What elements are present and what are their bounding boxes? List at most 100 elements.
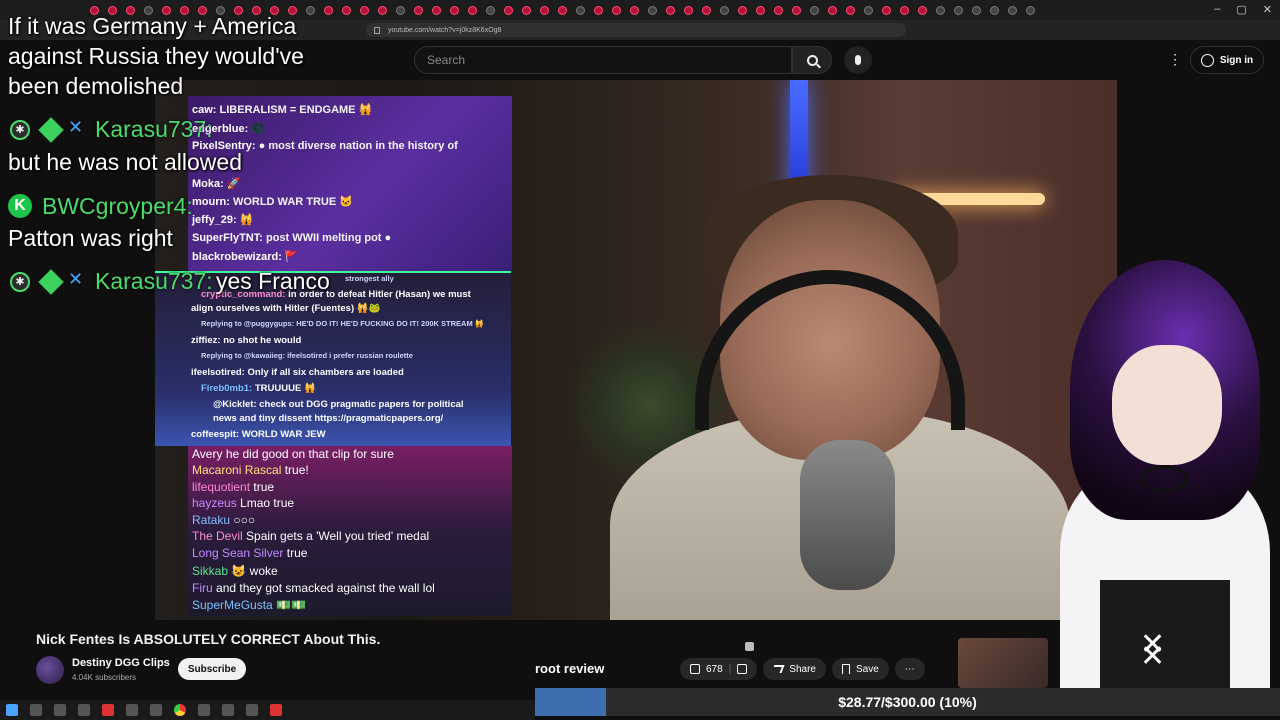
browser-icon[interactable] (174, 704, 186, 716)
tab-favicon[interactable] (504, 5, 513, 15)
app-icon[interactable] (102, 704, 114, 716)
tab-favicon[interactable] (396, 5, 405, 15)
tab-favicon[interactable] (630, 5, 639, 15)
chat-text: WORLD WAR JEW (241, 429, 326, 440)
tab-favicon[interactable] (810, 5, 819, 15)
channel-avatar[interactable] (36, 656, 64, 684)
tab-favicon[interactable] (702, 5, 711, 15)
search-button[interactable] (792, 46, 832, 74)
tab-favicon[interactable] (720, 5, 729, 15)
voice-search-button[interactable] (844, 46, 872, 74)
tab-favicon[interactable] (900, 5, 909, 15)
sign-in-label: Sign in (1219, 54, 1254, 66)
url-text: youtube.com/watch?v=j0kz8K6xOg8 (388, 26, 502, 34)
tab-favicon[interactable] (540, 5, 549, 15)
channel-name[interactable]: Destiny DGG Clips (72, 657, 170, 669)
tab-favicon[interactable] (846, 5, 855, 15)
url-field[interactable]: youtube.com/watch?v=j0kz8K6xOg8 (366, 23, 906, 37)
chat-message: @Kicklet: check out DGG pragmatic papers… (213, 399, 464, 410)
tab-favicon[interactable] (918, 5, 927, 15)
tab-favicon[interactable] (594, 5, 603, 15)
chat-text: TRUUUUE 🙀 (254, 383, 316, 394)
chat-message: caw: LIBERALISM = ENDGAME 🙀 (192, 103, 372, 116)
tab-favicon[interactable] (468, 5, 477, 15)
tab-favicon[interactable] (432, 5, 441, 15)
share-button[interactable]: Share (763, 658, 826, 680)
donation-goal-bar: $28.77/$300.00 (10%) (535, 688, 1280, 716)
tab-favicon[interactable] (576, 5, 585, 15)
chat-message: lifequotient true (192, 480, 274, 494)
minimize-icon[interactable]: – (1214, 3, 1220, 16)
tab-favicon[interactable] (1008, 5, 1017, 15)
chat-username: lifequotient (192, 480, 251, 494)
chat-text: Spain gets a 'Well you tried' medal (246, 529, 430, 543)
tab-favicon[interactable] (864, 5, 873, 15)
tab-favicon[interactable] (774, 5, 783, 15)
app-icon[interactable] (150, 704, 162, 716)
big-chat-line: against Russia they would've (8, 43, 304, 69)
chat-text: LIBERALISM = ENDGAME 🙀 (219, 104, 373, 116)
chat-reply-context: Replying to @kawaiieg: ifeelsotired i pr… (201, 351, 413, 360)
close-icon[interactable]: ✕ (1263, 3, 1272, 16)
tab-favicon[interactable] (990, 5, 999, 15)
chat-text: no shot he would (223, 335, 302, 346)
tab-favicon[interactable] (684, 5, 693, 15)
chat-message: mourn: WORLD WAR TRUE 🐱 (192, 195, 353, 208)
tab-favicon[interactable] (756, 5, 765, 15)
tab-favicon[interactable] (378, 5, 387, 15)
thumbs-down-icon[interactable] (737, 664, 748, 674)
tab-favicon[interactable] (414, 5, 423, 15)
chat-text: WORLD WAR TRUE 🐱 (232, 196, 353, 208)
tab-favicon[interactable] (648, 5, 657, 15)
tab-favicon[interactable] (828, 5, 837, 15)
recommended-video-thumbnail[interactable] (958, 638, 1048, 688)
tab-favicon[interactable] (558, 5, 567, 15)
start-icon[interactable] (6, 704, 18, 716)
tab-favicon[interactable] (936, 5, 945, 15)
avatar-face (1112, 345, 1222, 465)
chat-username: jeffy_29: (192, 214, 237, 226)
more-actions-button[interactable]: ⋯ (894, 658, 925, 680)
close-icon: ✕ (1140, 640, 1166, 673)
subscribe-button[interactable]: Subscribe (178, 658, 246, 680)
tab-favicon[interactable] (738, 5, 747, 15)
app-icon[interactable] (126, 704, 138, 716)
tab-favicon[interactable] (882, 5, 891, 15)
app-icon[interactable] (246, 704, 258, 716)
settings-menu-icon[interactable]: ⋮ (1168, 52, 1182, 66)
tab-favicon[interactable] (450, 5, 459, 15)
chat-message: news and tiny dissent https://pragmaticp… (213, 413, 443, 424)
save-label: Save (855, 663, 879, 675)
tab-favicon[interactable] (486, 5, 495, 15)
chat-username: SuperMeGusta (192, 598, 273, 612)
task-view-icon[interactable] (54, 704, 66, 716)
tab-favicon[interactable] (342, 5, 351, 15)
podcast-microphone (800, 440, 895, 590)
app-icon[interactable] (198, 704, 210, 716)
tab-favicon[interactable] (792, 5, 801, 15)
tab-favicon[interactable] (324, 5, 333, 15)
search-placeholder: Search (427, 53, 466, 67)
search-icon[interactable] (30, 704, 42, 716)
search-input[interactable]: Search (414, 46, 792, 74)
chat-text: and they got smacked against the wall lo… (216, 581, 435, 595)
tab-favicon[interactable] (954, 5, 963, 15)
maximize-icon[interactable]: ▢ (1236, 3, 1246, 16)
avatar-bow (1140, 465, 1188, 493)
tab-favicon[interactable] (306, 5, 315, 15)
chat-overlay-bottom: Avery he did good on that clip for sure … (188, 446, 512, 616)
tab-favicon[interactable] (612, 5, 621, 15)
like-button[interactable]: 678 | (680, 658, 758, 680)
vtuber-avatar (1040, 260, 1280, 690)
save-button[interactable]: Save (831, 658, 889, 680)
app-icon[interactable] (270, 704, 282, 716)
tab-favicon[interactable] (522, 5, 531, 15)
tab-favicon[interactable] (1026, 5, 1035, 15)
site-info-icon[interactable] (374, 26, 380, 34)
app-icon[interactable] (222, 704, 234, 716)
tab-favicon[interactable] (666, 5, 675, 15)
folder-icon[interactable] (78, 704, 90, 716)
tab-favicon[interactable] (972, 5, 981, 15)
sign-in-button[interactable]: Sign in (1190, 46, 1264, 74)
tab-favicon[interactable] (360, 5, 369, 15)
